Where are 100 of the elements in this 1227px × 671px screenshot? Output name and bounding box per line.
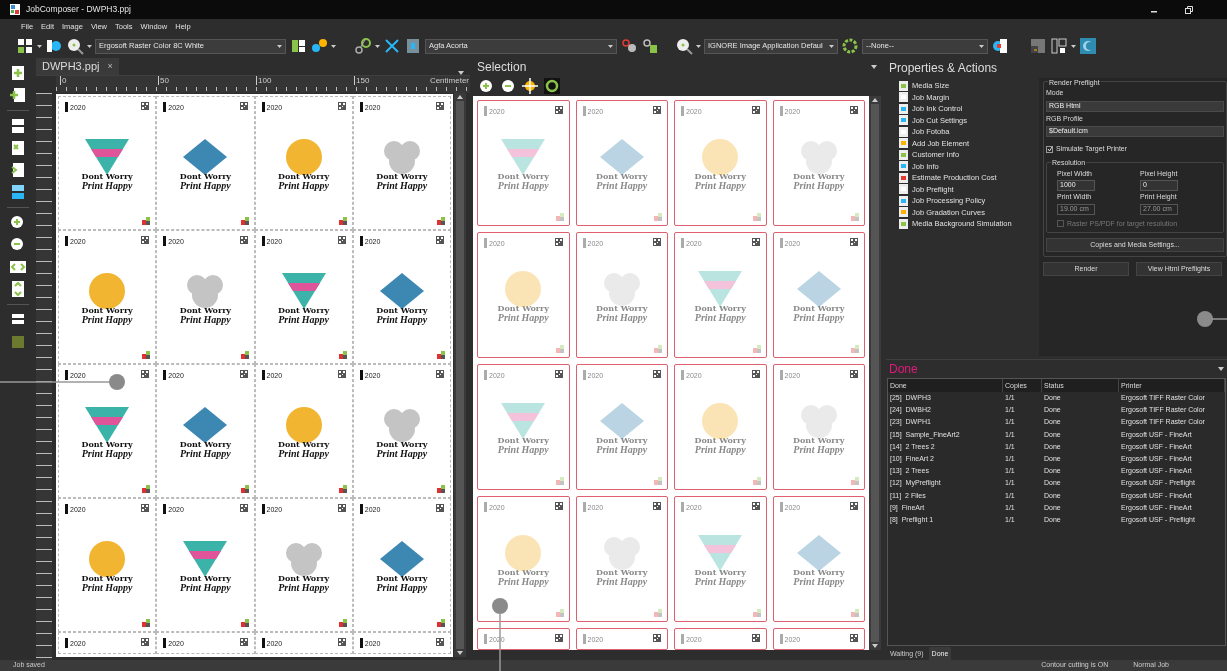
puzzle-icon[interactable] [289, 37, 307, 55]
layout-icon[interactable] [1050, 37, 1068, 55]
color-patch-icon [555, 345, 564, 353]
bar-mark-icon [261, 102, 265, 112]
color-patch-icon [555, 609, 564, 617]
slogan-text: Print Happy [376, 180, 428, 191]
move-icon[interactable] [521, 77, 539, 95]
slogan-text: Print Happy [793, 180, 845, 191]
slogan-text: Print Happy [376, 448, 428, 459]
caret-icon [331, 44, 336, 48]
bar-mark-icon [779, 238, 783, 248]
slogan-text: Dont Worry [497, 171, 549, 181]
tab-close-button[interactable]: × [107, 59, 113, 74]
ruler-label: 150 [354, 76, 370, 85]
scrollbar[interactable] [454, 93, 466, 657]
color-patch-icon [240, 217, 249, 225]
ruler-label: 100 [256, 76, 272, 85]
zoom-in-icon[interactable] [477, 77, 495, 95]
slogan-text: Dont Worry [376, 171, 428, 181]
slogan-text: Dont Worry [596, 171, 648, 181]
slogan-text: Dont Worry [179, 305, 232, 315]
bar-mark-icon [484, 238, 487, 248]
color-patch-icon [437, 351, 445, 359]
panel-title: Selection [477, 59, 527, 76]
slogan-text: Dont Worry [179, 573, 232, 583]
bar-mark-icon [681, 634, 684, 644]
app-icon [10, 4, 20, 15]
color-patch-icon [851, 213, 859, 221]
qr-code-icon [337, 504, 346, 512]
scrollbar[interactable] [869, 96, 881, 650]
slogan-text: Print Happy [793, 576, 845, 587]
slogan-text: Dont Worry [596, 303, 648, 313]
qr-code-icon [436, 504, 444, 512]
bar-mark-icon [65, 638, 68, 648]
slogan-text: Print Happy [497, 180, 549, 191]
bar-mark-icon [261, 504, 265, 514]
bar-mark-icon [359, 504, 363, 514]
qr-code-icon [653, 634, 661, 642]
qr-code-icon [850, 238, 858, 246]
qr-code-icon [554, 106, 563, 114]
document-tab[interactable]: DWPH3.ppj × [36, 58, 119, 75]
qr-code-icon [850, 502, 858, 510]
triangle-picture [698, 534, 743, 571]
slogan-text: Dont Worry [497, 567, 549, 577]
color-patch-icon [851, 345, 859, 353]
caret-icon [277, 44, 282, 48]
fit-height-icon[interactable] [9, 280, 27, 298]
slogan-text: Dont Worry [179, 439, 232, 449]
gears-icon[interactable] [310, 37, 328, 55]
color-patch-icon [240, 485, 249, 493]
fit-width-icon[interactable] [9, 258, 27, 276]
slogan-text: Print Happy [81, 180, 133, 191]
triangle-picture [85, 406, 130, 443]
bar-mark-icon [582, 502, 586, 512]
qr-code-icon [239, 504, 248, 512]
bar-mark-icon [582, 238, 586, 248]
restore-icon[interactable] [1185, 5, 1193, 14]
page-icon[interactable] [9, 161, 27, 179]
diamond-picture [599, 138, 644, 175]
bar-mark-icon [779, 106, 783, 116]
document-icon [899, 80, 908, 91]
slogan-text: Print Happy [278, 448, 330, 459]
color-patch-icon [338, 351, 347, 359]
image-icon[interactable] [1079, 37, 1097, 55]
color-patch-icon [555, 213, 564, 221]
slogan-text: Dont Worry [277, 573, 330, 583]
slogan-text: Print Happy [793, 444, 845, 455]
color-patch-icon [752, 609, 761, 617]
document-icon [899, 126, 908, 137]
caret-icon [1218, 367, 1224, 371]
caret-icon [979, 44, 984, 48]
check-icon [1046, 146, 1053, 153]
qr-code-icon [436, 638, 444, 646]
bar-mark-icon [65, 504, 68, 514]
bar-mark-icon [359, 102, 363, 112]
grid-icon[interactable] [16, 37, 34, 55]
bar-mark-icon [65, 370, 68, 380]
slogan-text: Dont Worry [277, 171, 330, 181]
color-patch-icon [752, 477, 761, 485]
slogan-text: Dont Worry [694, 567, 746, 577]
rows-icon[interactable] [9, 117, 27, 135]
qr-code-icon [751, 634, 760, 642]
bar-mark-icon [681, 238, 684, 248]
caret-icon [37, 44, 42, 48]
checkbox[interactable] [1046, 145, 1053, 153]
qr-code-icon [141, 638, 150, 646]
bar-mark-icon [484, 370, 487, 380]
color-patch-icon [752, 345, 761, 353]
document-icon [899, 138, 908, 149]
bar-mark-icon [65, 236, 68, 246]
color-patch-icon [555, 477, 564, 485]
qr-code-icon [239, 370, 248, 378]
add-page-icon[interactable] [9, 64, 27, 82]
bar-mark-icon [163, 370, 167, 380]
page-icon[interactable] [9, 139, 27, 157]
color-patch-icon [654, 345, 662, 353]
panels-icon[interactable] [9, 183, 27, 201]
cutter-icon[interactable] [404, 37, 422, 55]
add-page-icon[interactable] [9, 86, 27, 104]
zoom-out-icon[interactable] [499, 77, 517, 95]
